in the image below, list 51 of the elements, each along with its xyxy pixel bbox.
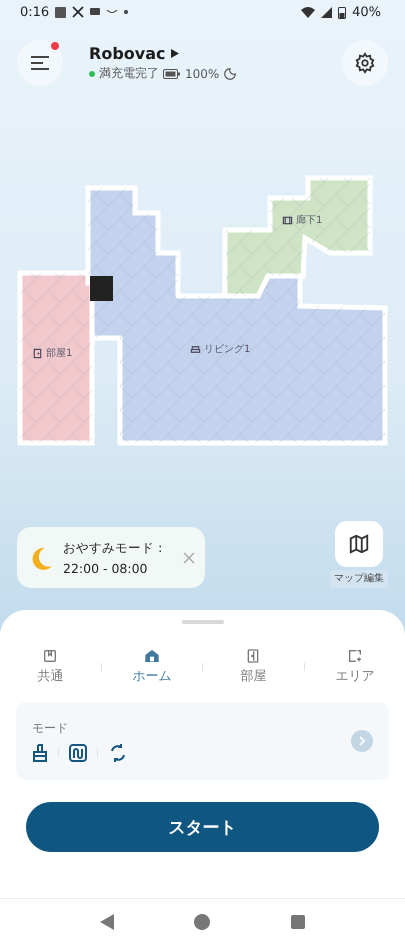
home-nav-icon[interactable] bbox=[194, 914, 210, 930]
door-icon bbox=[245, 648, 262, 664]
settings-icon bbox=[354, 52, 376, 74]
door-icon bbox=[32, 348, 43, 358]
notification-icon bbox=[55, 6, 66, 18]
mode-tab[interactable]: 共通 bbox=[0, 648, 100, 685]
menu-button[interactable] bbox=[17, 40, 63, 86]
charge-status: 満充電完了 bbox=[99, 65, 159, 82]
sleep-mode-title: おやすみモード： bbox=[63, 540, 168, 556]
menu-icon bbox=[30, 55, 50, 71]
home-icon bbox=[144, 648, 160, 664]
sleep-mode-time: 22:00 - 08:00 bbox=[63, 560, 149, 576]
mode-tab[interactable]: エリア bbox=[304, 648, 405, 685]
mode-tab[interactable]: 部屋 bbox=[203, 648, 304, 685]
cycle-icon bbox=[108, 742, 128, 762]
signal-icon bbox=[321, 6, 332, 18]
battery-percent: 40% bbox=[352, 4, 381, 20]
add-area-icon bbox=[346, 648, 363, 664]
status-dot bbox=[89, 70, 95, 76]
chevron-right-icon bbox=[358, 736, 366, 746]
moon-icon bbox=[223, 66, 238, 80]
sofa-icon bbox=[190, 344, 201, 354]
mode-tab[interactable]: ホーム bbox=[102, 648, 202, 685]
clock-time: 0:16 bbox=[20, 4, 50, 20]
mop-icon bbox=[69, 744, 87, 762]
start-button[interactable]: スタート bbox=[26, 802, 379, 852]
battery-icon bbox=[163, 68, 181, 78]
moon-icon bbox=[31, 546, 53, 570]
map-edit-button[interactable] bbox=[335, 521, 383, 567]
map-edit-label: マップ編集 bbox=[330, 570, 388, 588]
battery-level: 100% bbox=[185, 66, 220, 80]
battery-icon bbox=[338, 6, 346, 18]
mode-label: モード bbox=[32, 720, 69, 736]
back-icon[interactable] bbox=[100, 914, 114, 930]
mode-card[interactable]: モード bbox=[16, 702, 389, 780]
device-name: Robovac bbox=[89, 44, 166, 63]
dot-icon bbox=[124, 10, 128, 14]
room-label: 部屋1 bbox=[46, 346, 72, 360]
room-label: リビング1 bbox=[204, 343, 250, 356]
room-label: 廊下1 bbox=[296, 214, 322, 227]
smile-icon bbox=[106, 9, 118, 15]
brush-icon bbox=[32, 744, 48, 762]
drag-handle[interactable] bbox=[182, 620, 224, 624]
recents-icon[interactable] bbox=[290, 915, 305, 929]
play-icon[interactable] bbox=[171, 49, 180, 58]
wifi-icon bbox=[301, 6, 316, 18]
map-icon bbox=[348, 533, 370, 555]
settings-button[interactable] bbox=[342, 40, 388, 86]
card-icon bbox=[90, 8, 100, 16]
x-logo-icon bbox=[72, 6, 84, 18]
book-icon bbox=[42, 648, 58, 664]
